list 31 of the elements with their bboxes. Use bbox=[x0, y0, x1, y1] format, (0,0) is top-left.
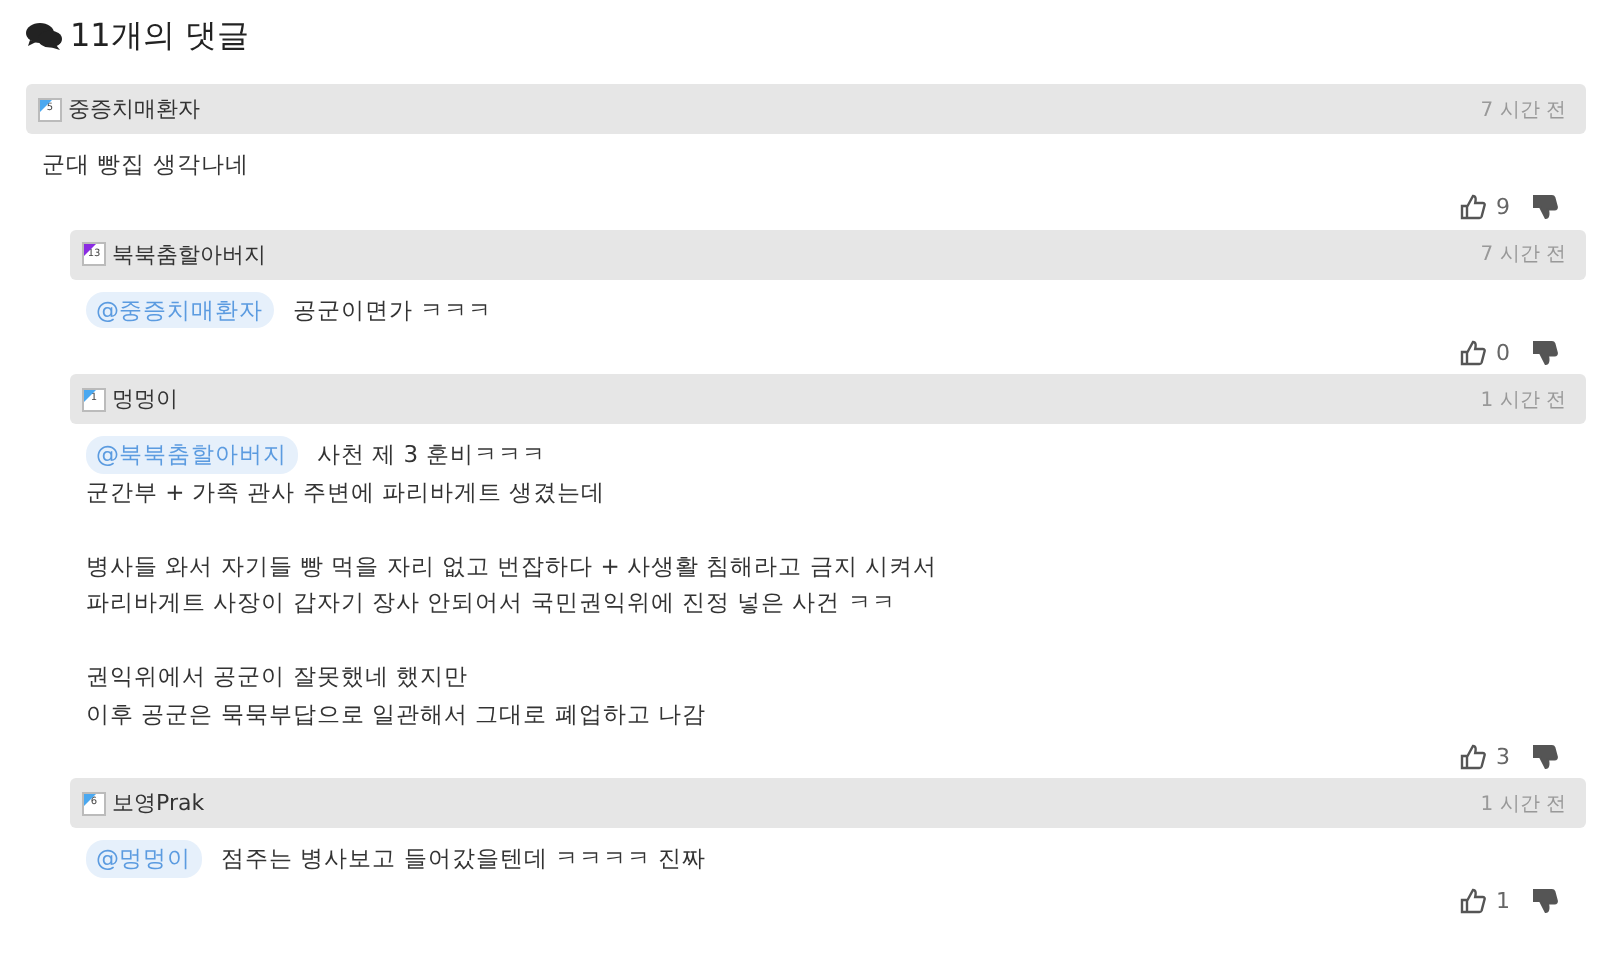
like-count: 1 bbox=[1496, 888, 1510, 914]
comment-time: 7 시간 전 bbox=[1480, 242, 1566, 268]
comment-text: 파리바게트 사장이 갑자기 장사 안되어서 국민권익위에 진정 넣은 사건 ㅋㅋ bbox=[86, 586, 896, 620]
comment-time: 1 시간 전 bbox=[1480, 387, 1566, 413]
author-name[interactable]: 보영Prak bbox=[112, 788, 205, 818]
thumbs-up-icon[interactable] bbox=[1460, 743, 1486, 769]
comment-text: 공군이면가 ㅋㅋㅋ bbox=[293, 293, 493, 327]
thumbs-up-icon[interactable] bbox=[1460, 888, 1486, 914]
comment-text: 권익위에서 공군이 잘못했네 했지만 bbox=[86, 660, 468, 694]
comment-text: 군간부 + 가족 관사 주변에 파리바게트 생겼는데 bbox=[86, 475, 606, 509]
like-count: 3 bbox=[1496, 743, 1510, 769]
comment-text: 점주는 병사보고 들어갔을텐데 ㅋㅋㅋㅋ 진짜 bbox=[221, 842, 707, 876]
author-name[interactable]: 멍멍이 bbox=[112, 384, 178, 414]
thumbs-up-icon[interactable] bbox=[1460, 194, 1486, 220]
comment-text: 군대 빵집 생각나네 bbox=[42, 148, 249, 182]
comment-text: 이후 공군은 묵묵부답으로 일관해서 그대로 폐업하고 나감 bbox=[86, 697, 706, 731]
comments-heading: 11개의 댓글 bbox=[70, 15, 249, 57]
thumbs-down-icon[interactable] bbox=[1532, 743, 1558, 769]
like-count: 0 bbox=[1496, 339, 1510, 365]
author-name[interactable]: 중증치매환자 bbox=[68, 94, 200, 124]
comment-text: 병사들 와서 자기들 빵 먹을 자리 없고 번잡하다 + 사생활 침해라고 금지 시켜서 bbox=[86, 549, 938, 583]
comment-time: 7 시간 전 bbox=[1480, 97, 1566, 123]
like-count: 9 bbox=[1496, 194, 1510, 220]
thumbs-up-icon[interactable] bbox=[1460, 339, 1486, 365]
author-name[interactable]: 북북춤할아버지 bbox=[112, 239, 266, 269]
comment-time: 1 시간 전 bbox=[1480, 791, 1566, 817]
comments-icon bbox=[26, 22, 62, 50]
thumbs-down-icon[interactable] bbox=[1532, 339, 1558, 365]
comment-text: 사천 제 3 훈비ㅋㅋㅋ bbox=[317, 438, 546, 472]
thumbs-down-icon[interactable] bbox=[1532, 194, 1558, 220]
thumbs-down-icon[interactable] bbox=[1532, 888, 1558, 914]
